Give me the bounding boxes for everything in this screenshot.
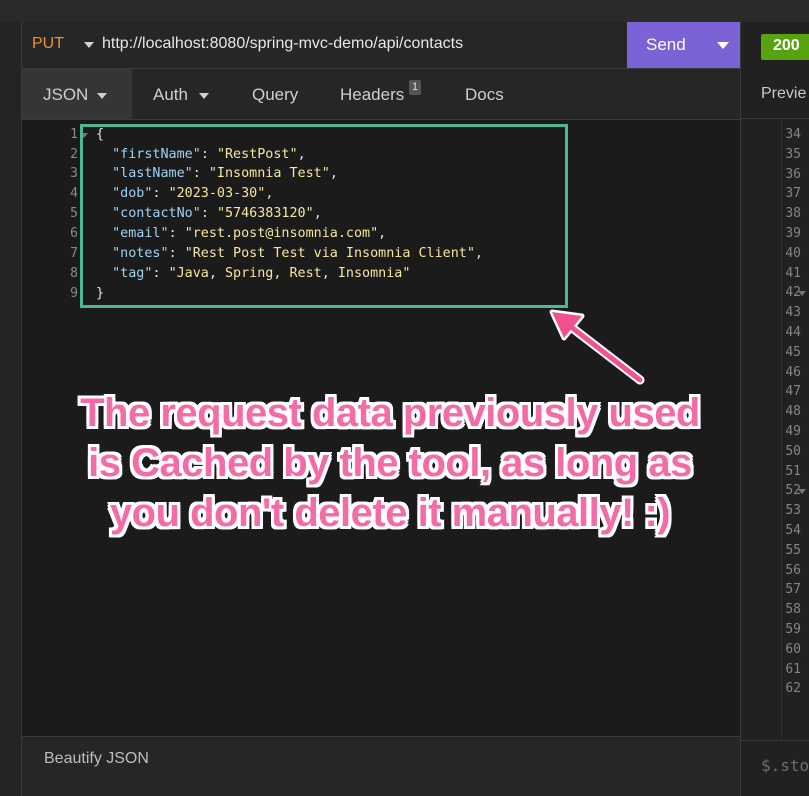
annotation-arrow-icon: [549, 309, 645, 385]
request-tabs: JSON Auth Query Headers 1 Docs: [22, 69, 740, 120]
method-selector[interactable]: PUT: [32, 35, 64, 53]
response-line-number: 50: [785, 443, 801, 459]
response-filter-input[interactable]: $.sto: [761, 756, 809, 775]
tab-headers[interactable]: Headers 1: [320, 69, 430, 119]
response-line-number: 45: [785, 344, 801, 360]
response-line-number: 58: [785, 602, 801, 618]
response-line-number: 60: [785, 641, 801, 657]
response-line-number: 54: [785, 523, 801, 538]
response-line-number: 43: [785, 305, 801, 321]
response-line-number: 62: [785, 681, 801, 697]
tab-label: Query: [252, 85, 299, 104]
response-line-number: 47: [785, 384, 801, 400]
response-line-number: 41: [785, 265, 801, 281]
url-bar: PUT http://localhost:8080/spring-mvc-dem…: [22, 22, 740, 69]
response-line-number: 57: [785, 582, 801, 598]
response-line-number: 34: [785, 127, 801, 142]
response-line-number: 48: [785, 404, 801, 420]
editor-footer: Beautify JSON: [22, 736, 740, 796]
annotation-line: you don't delete it manually! :): [109, 491, 671, 535]
top-rail: [0, 0, 809, 22]
url-input[interactable]: http://localhost:8080/spring-mvc-demo/ap…: [102, 35, 463, 53]
line-number: 9: [70, 286, 78, 301]
status-badge: 200: [761, 34, 809, 60]
line-number: 6: [70, 226, 78, 241]
chevron-down-icon: [97, 93, 107, 99]
line-number: 7: [70, 246, 78, 261]
response-line-number: 53: [785, 503, 801, 519]
headers-count-badge: 1: [409, 80, 422, 95]
line-number: 5: [70, 206, 78, 221]
response-line-number: 40: [785, 245, 801, 261]
response-tabs: Previe: [741, 69, 809, 119]
response-line-number: 55: [785, 542, 801, 558]
tab-docs[interactable]: Docs: [446, 69, 526, 119]
response-footer: $.sto: [741, 740, 809, 796]
fold-icon[interactable]: [798, 489, 806, 495]
response-line-number: 44: [785, 325, 801, 340]
line-number: 4: [70, 186, 78, 201]
response-line-number: 56: [785, 562, 801, 578]
response-line-number: 35: [785, 146, 801, 162]
fold-icon[interactable]: [798, 291, 806, 297]
line-number: 8: [70, 266, 78, 281]
response-line-number: 51: [785, 463, 801, 479]
response-line-number: 36: [785, 166, 801, 182]
response-panel: 200 Previe 34 35 36 37 38 39 40 41 42 43 44 45 46 47 4…: [740, 22, 809, 796]
beautify-json-button[interactable]: Beautify JSON: [44, 750, 149, 768]
tab-label: Auth: [153, 85, 188, 104]
annotation-highlight-box: [80, 124, 568, 308]
line-number: 3: [70, 166, 78, 181]
tab-label: Headers: [340, 85, 405, 104]
left-sidebar-edge: [0, 22, 22, 796]
tab-json[interactable]: JSON: [22, 69, 132, 119]
tab-label: Docs: [465, 85, 504, 104]
tab-preview[interactable]: Previe: [761, 85, 806, 103]
tab-label: JSON: [43, 85, 89, 104]
annotation-line: is Cached by the tool, as long as: [88, 441, 692, 485]
response-line-number: 37: [785, 186, 801, 202]
response-line-number: 49: [785, 424, 801, 439]
response-line-number: 59: [785, 622, 801, 637]
chevron-down-icon[interactable]: [84, 42, 94, 48]
annotation-text: The request data previously used is Cach…: [70, 388, 710, 538]
tab-query[interactable]: Query: [230, 69, 320, 119]
annotation-line: The request data previously used: [80, 391, 700, 435]
response-line-number: 38: [785, 206, 801, 222]
line-number: 1: [70, 127, 78, 142]
send-button[interactable]: Send: [627, 22, 740, 68]
line-number: 2: [70, 147, 78, 162]
response-line-number: 39: [785, 226, 801, 241]
chevron-down-icon: [199, 93, 209, 99]
chevron-down-icon[interactable]: [717, 42, 729, 49]
response-line-number: 61: [785, 661, 801, 677]
response-line-number: 46: [785, 364, 801, 380]
tab-auth[interactable]: Auth: [132, 69, 230, 119]
send-button-label: Send: [646, 35, 686, 54]
